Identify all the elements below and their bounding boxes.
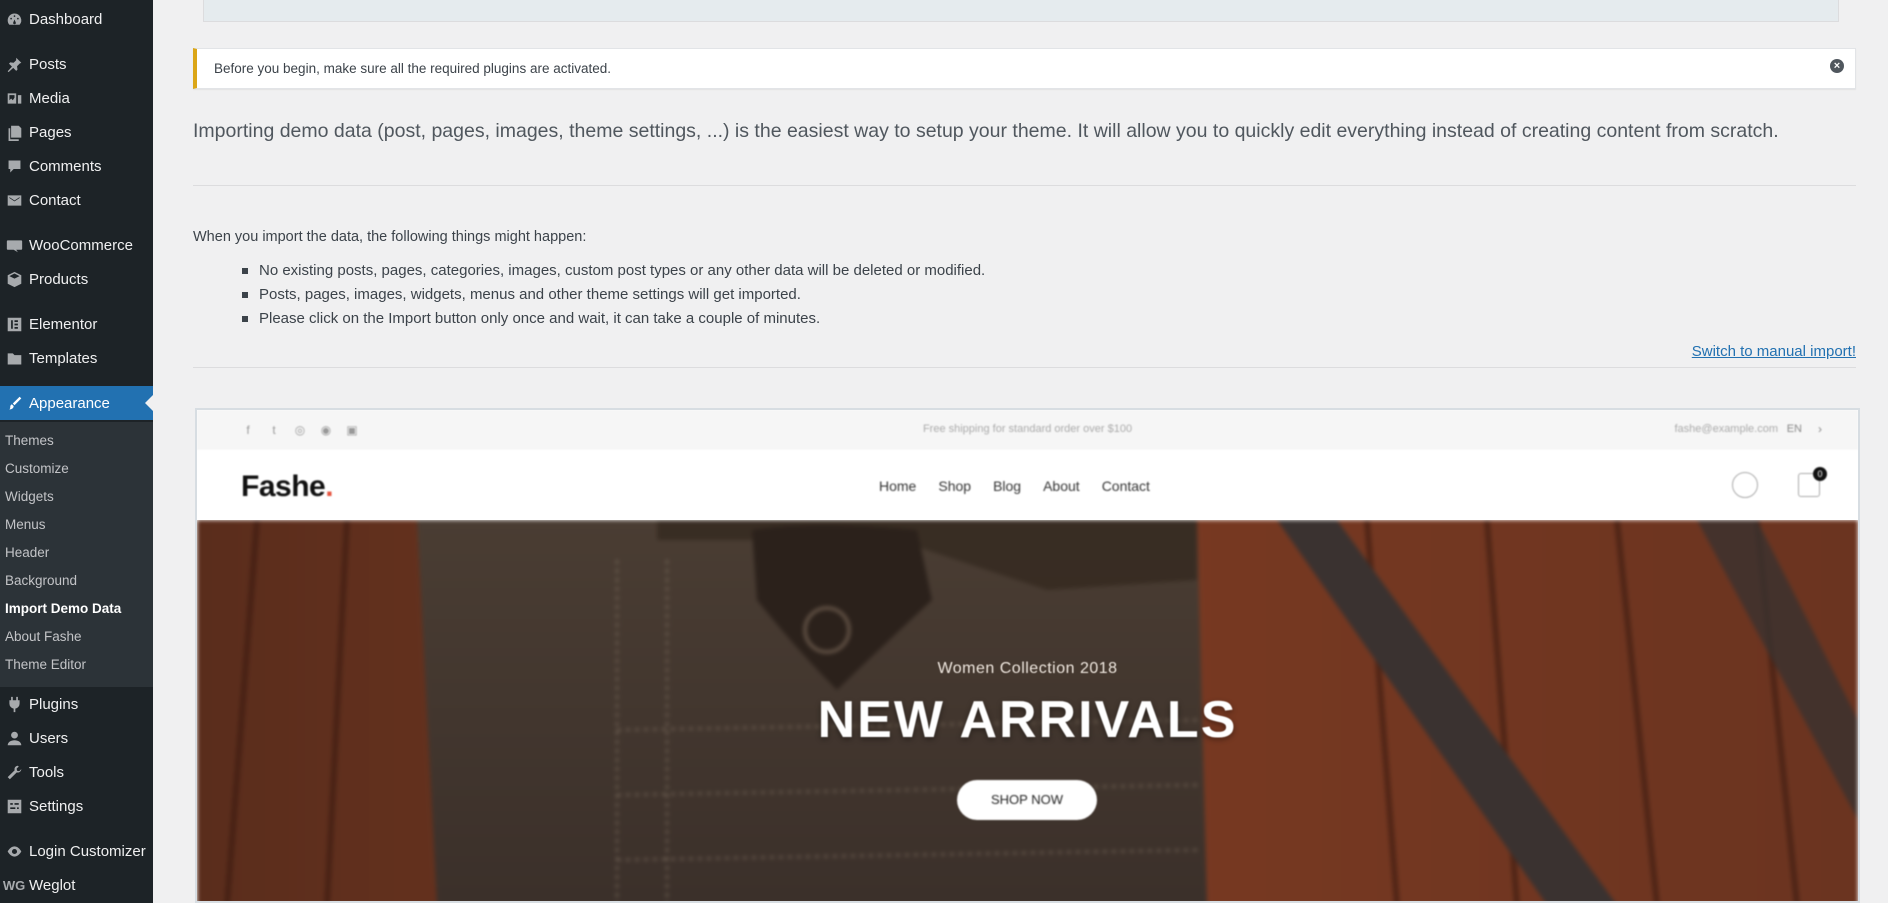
comment-icon	[3, 156, 25, 176]
menu-login-customizer[interactable]: Login Customizer	[0, 834, 153, 868]
cart-count: 0	[1813, 467, 1827, 481]
hero-title: NEW ARRIVALS	[817, 691, 1238, 749]
media-icon	[3, 88, 25, 108]
header-icons: 0	[1732, 467, 1827, 498]
intro-text: Importing demo data (post, pages, images…	[193, 120, 1779, 142]
user-icon	[1732, 472, 1758, 498]
menu-label: Settings	[29, 797, 84, 815]
menu-label: Posts	[29, 55, 67, 73]
pin-icon	[3, 54, 25, 74]
happen-list: No existing posts, pages, categories, im…	[241, 261, 985, 333]
menu-plugins[interactable]: Plugins	[0, 687, 153, 721]
preview-nav: Home Shop Blog About Contact	[879, 478, 1150, 494]
logo-dot: .	[325, 470, 334, 503]
menu-label: Contact	[29, 191, 81, 209]
menu-label: Products	[29, 270, 89, 288]
nav-about: About	[1043, 478, 1080, 494]
menu-label: Login Customizer	[29, 842, 146, 860]
settings-icon	[3, 796, 25, 816]
preview-hero: Women Collection 2018 NEW ARRIVALS SHOP …	[197, 520, 1858, 901]
eye-icon	[3, 841, 25, 861]
email-text: fashe@example.com	[1674, 423, 1779, 435]
elementor-icon	[3, 314, 25, 334]
menu-weglot[interactable]: WG Weglot	[0, 868, 153, 902]
logo-text: Fashe	[241, 470, 326, 503]
plugins-notice: Before you begin, make sure all the requ…	[193, 48, 1856, 89]
shop-now-button: SHOP NOW	[957, 780, 1097, 820]
menu-tools[interactable]: Tools	[0, 755, 153, 789]
plugin-icon	[3, 694, 25, 714]
submenu-about-fashe[interactable]: About Fashe	[5, 629, 82, 644]
submenu-theme-editor[interactable]: Theme Editor	[5, 657, 86, 672]
list-item: No existing posts, pages, categories, im…	[241, 261, 985, 285]
menu-elementor[interactable]: Elementor	[0, 307, 153, 341]
admin-sidebar: Dashboard Posts Media Pages Comments Con…	[0, 0, 153, 903]
menu-dashboard[interactable]: Dashboard	[0, 2, 153, 36]
menu-templates[interactable]: Templates	[0, 341, 153, 375]
happen-heading: When you import the data, the following …	[193, 229, 587, 245]
nav-contact: Contact	[1101, 478, 1150, 494]
language-text: EN	[1786, 423, 1802, 435]
cart-icon: 0	[1798, 467, 1827, 497]
top-panel	[203, 0, 1839, 22]
nav-blog: Blog	[993, 478, 1022, 494]
menu-label: WooCommerce	[29, 236, 133, 254]
divider	[193, 185, 1856, 186]
list-item: Please click on the Import button only o…	[241, 309, 985, 333]
menu-label: Tools	[29, 763, 65, 781]
submenu-import-demo-data[interactable]: Import Demo Data	[5, 601, 121, 616]
menu-label: Users	[29, 729, 69, 747]
menu-media[interactable]: Media	[0, 81, 153, 115]
divider	[193, 367, 1856, 368]
menu-label: Pages	[29, 123, 72, 141]
brush-icon	[3, 393, 25, 413]
nav-shop: Shop	[938, 478, 972, 494]
menu-pages[interactable]: Pages	[0, 115, 153, 149]
submenu-header[interactable]: Header	[5, 545, 49, 560]
menu-label: Templates	[29, 349, 98, 367]
menu-products[interactable]: Products	[0, 262, 153, 296]
menu-label: Dashboard	[29, 10, 103, 28]
submenu-menus[interactable]: Menus	[5, 517, 46, 532]
woo-icon	[3, 235, 25, 255]
submenu-themes[interactable]: Themes	[5, 433, 54, 448]
menu-label: Elementor	[29, 315, 98, 333]
hero-subtitle: Women Collection 2018	[937, 660, 1118, 677]
nav-home: Home	[879, 478, 917, 494]
demo-preview[interactable]: f t ◎ ◉ ▣ Free shipping for standard ord…	[195, 408, 1860, 903]
submenu-background[interactable]: Background	[5, 573, 77, 588]
submenu-widgets[interactable]: Widgets	[5, 489, 54, 504]
folder-icon	[3, 348, 25, 368]
close-icon[interactable]: ×	[1830, 59, 1844, 73]
shipping-text: Free shipping for standard order over $1…	[922, 423, 1133, 435]
list-item: Posts, pages, images, widgets, menus and…	[241, 285, 985, 309]
menu-appearance[interactable]: Appearance	[0, 386, 153, 420]
menu-label: Comments	[29, 157, 102, 175]
submenu-customize[interactable]: Customize	[5, 461, 69, 476]
switch-manual-import-link[interactable]: Switch to manual import!	[1692, 343, 1856, 360]
menu-woocommerce[interactable]: WooCommerce	[0, 228, 153, 262]
appearance-submenu: Themes Customize Widgets Menus Header Ba…	[0, 422, 153, 687]
menu-contact[interactable]: Contact	[0, 183, 153, 217]
menu-settings[interactable]: Settings	[0, 789, 153, 823]
preview-logo: Fashe.	[241, 470, 334, 504]
notice-text: Before you begin, make sure all the requ…	[214, 61, 611, 76]
menu-label: Appearance	[29, 394, 110, 412]
box-icon	[3, 269, 25, 289]
preview-topbar: f t ◎ ◉ ▣ Free shipping for standard ord…	[197, 410, 1858, 450]
weglot-icon: WG	[2, 877, 26, 893]
menu-label: Media	[29, 89, 70, 107]
user-icon	[3, 728, 25, 748]
dashboard-icon	[3, 9, 25, 29]
wrench-icon	[3, 762, 25, 782]
menu-label: Plugins	[29, 695, 79, 713]
mail-icon	[3, 190, 25, 210]
menu-posts[interactable]: Posts	[0, 47, 153, 81]
menu-users[interactable]: Users	[0, 721, 153, 755]
pages-icon	[3, 122, 25, 142]
menu-comments[interactable]: Comments	[0, 149, 153, 183]
chevron-right-icon: ›	[1818, 422, 1822, 436]
menu-label: Weglot	[29, 876, 76, 894]
preview-header: Fashe. Home Shop Blog About Contact 0	[197, 450, 1858, 520]
